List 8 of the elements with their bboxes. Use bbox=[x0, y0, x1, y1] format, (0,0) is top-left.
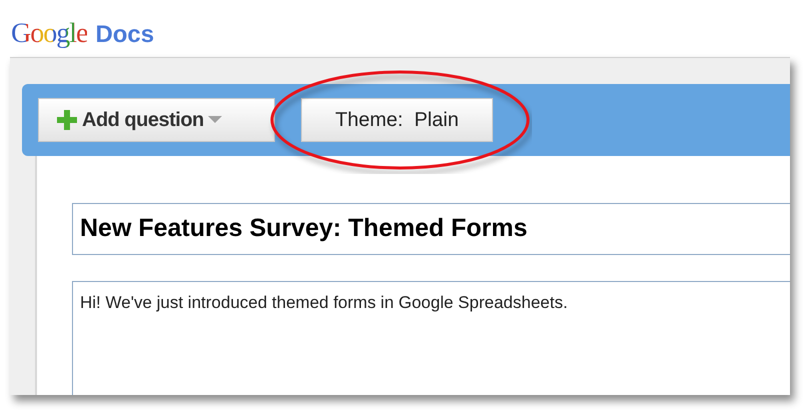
google-logo: Google bbox=[11, 20, 88, 48]
description-field[interactable]: Hi! We've just introduced themed forms in Google Spreadsheets. bbox=[72, 281, 790, 395]
plus-icon bbox=[56, 109, 78, 131]
theme-button[interactable]: Theme: Plain bbox=[301, 98, 493, 142]
title-field[interactable]: New Features Survey: Themed Forms bbox=[72, 203, 790, 255]
caret-icon bbox=[208, 116, 222, 124]
add-question-button[interactable]: Add question bbox=[38, 98, 275, 142]
product-name: Docs bbox=[95, 23, 154, 48]
